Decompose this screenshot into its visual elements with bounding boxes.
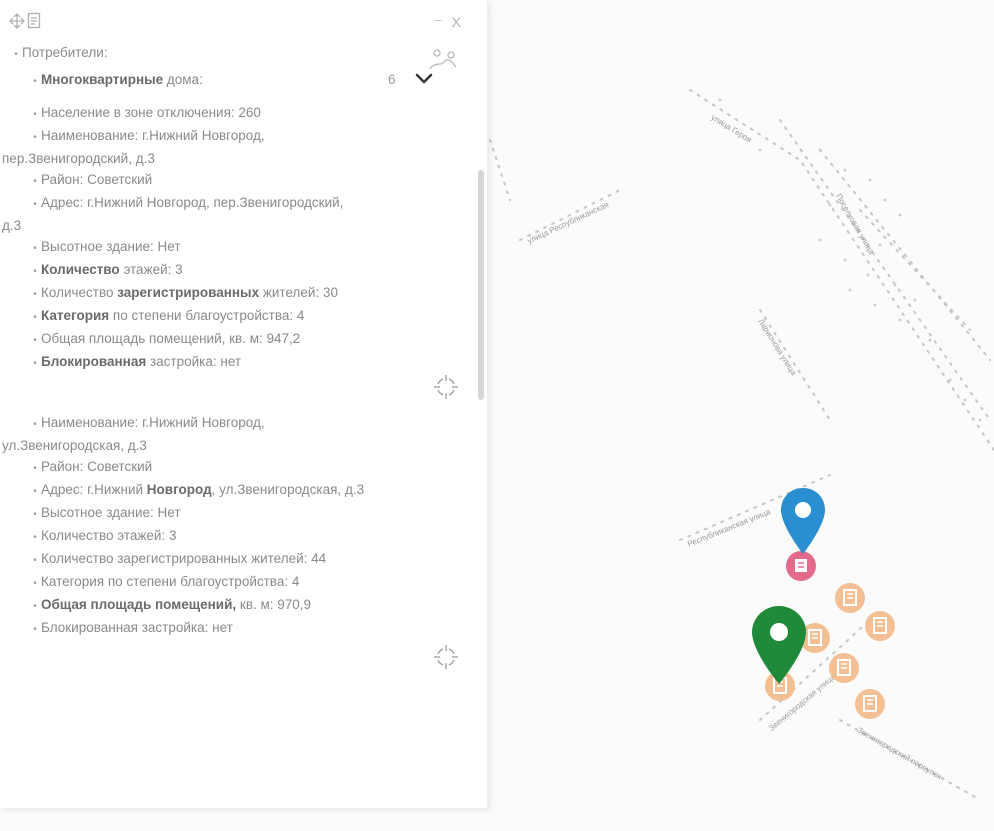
group-count: 6 bbox=[388, 72, 396, 87]
scrollbar[interactable] bbox=[478, 170, 484, 400]
list-item: • Количество зарегистрированных жителей: … bbox=[33, 551, 327, 566]
blocked-label: Блокированная bbox=[41, 354, 147, 369]
floors-label: Количество bbox=[41, 262, 120, 277]
building-name-cont: пер.Звенигородский, д.3 bbox=[2, 151, 155, 166]
root-label: Потребители: bbox=[22, 45, 108, 60]
chevron-down-icon[interactable] bbox=[414, 70, 434, 88]
highrise: Высотное здание: Нет bbox=[41, 505, 181, 520]
category-label: Категория bbox=[41, 308, 110, 323]
panel-content: • Потребители: • Многоквартирные дома: 6 •… bbox=[0, 42, 472, 802]
move-arrows-icon[interactable] bbox=[8, 12, 26, 30]
area-label-bold: помещений, bbox=[155, 597, 237, 612]
address: Адрес: г.Нижний bbox=[41, 482, 147, 497]
building-icon[interactable] bbox=[862, 608, 898, 644]
list-item: • Высотное здание: Нет bbox=[33, 505, 181, 520]
list-item: • Население в зоне отключения: 260 bbox=[33, 105, 261, 120]
list-item: • Район: Советский bbox=[33, 459, 153, 474]
panel-header: – X bbox=[0, 10, 487, 40]
list-item: • Блокированная застройка: нет bbox=[33, 620, 233, 635]
list-item-continued: д.3 bbox=[0, 215, 472, 236]
list-item: • Адрес: г.Нижний Новгород, ул.Звенигород… bbox=[33, 482, 365, 497]
building-name: Наименование: г.Нижний Новгород, bbox=[41, 128, 265, 143]
list-item: • Наименование: г.Нижний Новгород, bbox=[33, 415, 265, 430]
locate-row bbox=[0, 374, 472, 406]
list-item: • Блокированная застройка: нет bbox=[33, 354, 242, 369]
address-bold: Новгород bbox=[146, 482, 212, 497]
district: Район: Советский bbox=[41, 459, 153, 474]
residents: Количество зарегистрированных жителей: 4… bbox=[41, 551, 327, 566]
population-summary: Население в зоне отключения: 260 bbox=[41, 105, 261, 120]
building-name: Наименование: г.Нижний Новгород, bbox=[41, 415, 265, 430]
group-label: Многоквартирные bbox=[41, 72, 164, 87]
building-name-cont: ул.Звенигородская, д.3 bbox=[2, 438, 147, 453]
list-item: • Общая площадь помещений, кв. м: 970,9 bbox=[33, 597, 312, 612]
floors: Количество этажей: 3 bbox=[41, 528, 177, 543]
list-item-continued: ул.Звенигородская, д.3 bbox=[0, 435, 472, 456]
road-path bbox=[689, 89, 994, 451]
address: Адрес: г.Нижний Новгород, пер.Звенигород… bbox=[41, 195, 344, 210]
category-value: по степени благоустройства: 4 bbox=[109, 308, 305, 323]
building-icon[interactable] bbox=[826, 650, 862, 686]
list-item: • Категория по степени благоустройства: 4 bbox=[33, 308, 305, 323]
map-pin-green-icon[interactable] bbox=[749, 604, 809, 688]
list-item: • Количество этажей: 3 bbox=[33, 262, 183, 277]
area: Общая площадь помещений, кв. м: 947,2 bbox=[41, 331, 301, 346]
residents-label-bold: зарегистрированных bbox=[117, 285, 260, 300]
area-value: кв. м: 970,9 bbox=[236, 597, 312, 612]
list-item: • Высотное здание: Нет bbox=[33, 239, 181, 254]
group-label-rest: дома: bbox=[163, 72, 203, 87]
export-document-icon[interactable] bbox=[27, 12, 43, 30]
residents-label: Количество bbox=[41, 285, 118, 300]
list-item-continued: пер.Звенигородский, д.3 bbox=[0, 148, 472, 169]
group-row[interactable]: • Многоквартирные дома: 6 bbox=[0, 69, 472, 92]
blocked: Блокированная застройка: нет bbox=[41, 620, 233, 635]
map-pin-blue-icon[interactable] bbox=[778, 486, 828, 558]
residents-value: жителей: 30 bbox=[259, 285, 338, 300]
close-button[interactable]: X bbox=[452, 14, 461, 30]
blocked-value: застройка: нет bbox=[146, 354, 242, 369]
locate-row bbox=[0, 640, 472, 672]
address-rest: , ул.Звенигородская, д.3 bbox=[211, 482, 365, 497]
list-item: • Потребители: bbox=[14, 45, 108, 60]
floors-value: этажей: 3 bbox=[119, 262, 183, 277]
list-item: • Категория по степени благоустройства: 4 bbox=[33, 574, 300, 589]
list-item: • Общая площадь помещений, кв. м: 947,2 bbox=[33, 331, 301, 346]
district: Район: Советский bbox=[41, 172, 153, 187]
category: Категория по степени благоустройства: 4 bbox=[41, 574, 300, 589]
locate-crosshair-icon[interactable] bbox=[433, 374, 459, 400]
locate-crosshair-icon[interactable] bbox=[433, 644, 459, 670]
list-item: • Наименование: г.Нижний Новгород, bbox=[33, 128, 265, 143]
address-cont: д.3 bbox=[2, 218, 22, 233]
minimize-button[interactable]: – bbox=[435, 12, 442, 27]
highrise: Высотное здание: Нет bbox=[41, 239, 181, 254]
list-item: • Количество зарегистрированных жителей: … bbox=[33, 285, 338, 300]
consumers-panel: – X • Потребители: • Многоквартирные дома:… bbox=[0, 0, 488, 808]
list-item: • Количество этажей: 3 bbox=[33, 528, 177, 543]
list-item: • Район: Советский bbox=[33, 172, 153, 187]
list-item: • Адрес: г.Нижний Новгород, пер.Звенигоро… bbox=[33, 195, 344, 210]
area-label: Общая площадь bbox=[41, 597, 152, 612]
building-icon[interactable] bbox=[852, 686, 888, 722]
